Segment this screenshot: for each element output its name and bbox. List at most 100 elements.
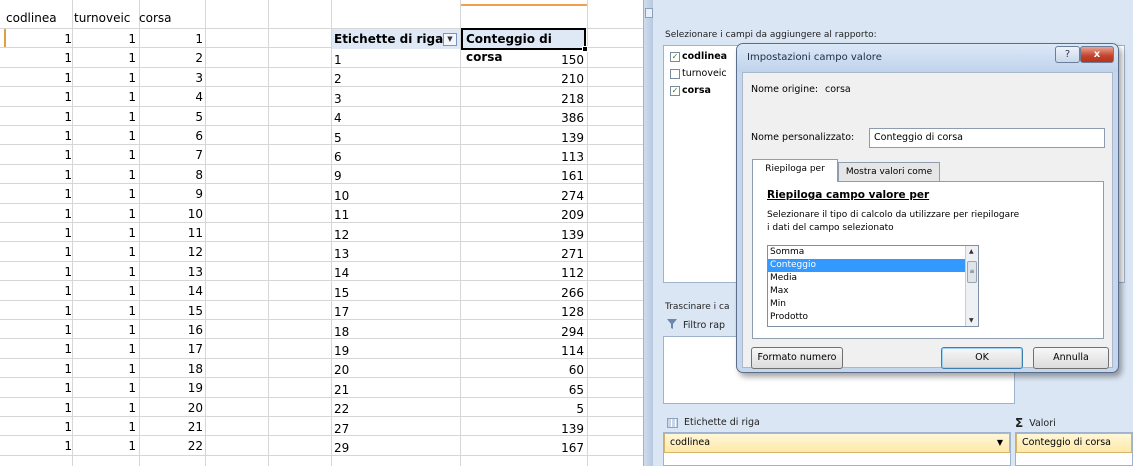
dialog-titlebar[interactable]: Impostazioni campo valore ? x (737, 44, 1118, 72)
pivot-row-label[interactable]: 17 (334, 302, 454, 322)
pivot-value[interactable]: 271 (462, 244, 584, 264)
cell-codlinea[interactable]: 1 (4, 320, 72, 340)
cell-turnoveic[interactable]: 1 (72, 126, 136, 146)
cell-turnoveic[interactable]: 1 (72, 398, 136, 418)
cell-turnoveic[interactable]: 1 (72, 87, 136, 107)
pivot-row-label[interactable]: 9 (334, 166, 454, 186)
spreadsheet-grid[interactable]: codlinea turnoveic corsa 111112113114115… (0, 0, 643, 466)
cell-corsa[interactable]: 19 (139, 378, 203, 398)
splitter-handle[interactable] (645, 8, 653, 18)
cell-turnoveic[interactable]: 1 (72, 145, 136, 165)
column-header-codlinea[interactable]: codlinea (6, 8, 72, 28)
field-turnoveic[interactable]: turnoveic (670, 67, 727, 81)
pivot-row-label[interactable]: 27 (334, 419, 454, 439)
function-option[interactable]: Media (768, 272, 965, 285)
chevron-down-icon[interactable]: ▼ (997, 434, 1003, 452)
pivot-value[interactable]: 112 (462, 263, 584, 283)
pivot-value[interactable]: 210 (462, 69, 584, 89)
function-option[interactable]: Min (768, 298, 965, 311)
cell-turnoveic[interactable]: 1 (72, 417, 136, 437)
function-option[interactable]: Conteggio (768, 259, 965, 272)
cell-turnoveic[interactable]: 1 (72, 262, 136, 282)
pivot-row-label[interactable]: 4 (334, 108, 454, 128)
cell-codlinea[interactable]: 1 (4, 48, 72, 68)
cell-codlinea[interactable]: 1 (4, 339, 72, 359)
cell-corsa[interactable]: 18 (139, 359, 203, 379)
function-list-scrollbar[interactable]: ▲ ≡ ▼ (965, 246, 978, 326)
cell-codlinea[interactable]: 1 (4, 436, 72, 456)
field-turnoveic-checkbox[interactable] (670, 69, 680, 79)
cell-turnoveic[interactable]: 1 (72, 165, 136, 185)
cell-corsa[interactable]: 16 (139, 320, 203, 340)
ok-button[interactable]: OK (941, 347, 1023, 369)
pivot-row-label[interactable]: 5 (334, 128, 454, 148)
pivot-value[interactable]: 167 (462, 438, 584, 458)
tab-summarize-by[interactable]: Riepiloga per (752, 159, 838, 182)
pivot-value[interactable]: 294 (462, 322, 584, 342)
cell-turnoveic[interactable]: 1 (72, 359, 136, 379)
cell-codlinea[interactable]: 1 (4, 378, 72, 398)
scroll-up-icon[interactable]: ▲ (969, 248, 974, 255)
cell-codlinea[interactable]: 1 (4, 242, 72, 262)
number-format-button[interactable]: Formato numero (751, 347, 843, 369)
pivot-row-label[interactable]: 22 (334, 399, 454, 419)
scroll-down-icon[interactable]: ▼ (969, 317, 974, 324)
pivot-row-label[interactable]: 6 (334, 147, 454, 167)
cell-turnoveic[interactable]: 1 (72, 29, 136, 49)
cell-codlinea[interactable]: 1 (4, 165, 72, 185)
field-corsa[interactable]: ✓ corsa (670, 84, 711, 98)
cell-corsa[interactable]: 9 (139, 184, 203, 204)
pivot-value[interactable]: 139 (462, 128, 584, 148)
pivot-row-label[interactable]: 18 (334, 322, 454, 342)
cell-codlinea[interactable]: 1 (4, 29, 72, 49)
cell-corsa[interactable]: 21 (139, 417, 203, 437)
tab-show-values-as[interactable]: Mostra valori come (838, 162, 940, 182)
pivot-row-label[interactable]: 13 (334, 244, 454, 264)
pivot-value[interactable]: 113 (462, 147, 584, 167)
cell-corsa[interactable]: 7 (139, 145, 203, 165)
cancel-button[interactable]: Annulla (1033, 347, 1109, 369)
field-corsa-checkbox[interactable]: ✓ (670, 86, 680, 96)
close-button[interactable]: x (1080, 46, 1114, 63)
cell-turnoveic[interactable]: 1 (72, 436, 136, 456)
row-labels-zone[interactable]: codlinea ▼ (663, 432, 1011, 466)
cell-corsa[interactable]: 1 (139, 29, 203, 49)
cell-codlinea[interactable]: 1 (4, 262, 72, 282)
pivot-value[interactable]: 274 (462, 186, 584, 206)
field-codlinea-checkbox[interactable]: ✓ (670, 52, 680, 62)
cell-corsa[interactable]: 2 (139, 48, 203, 68)
cell-codlinea[interactable]: 1 (4, 87, 72, 107)
pivot-value[interactable]: 139 (462, 419, 584, 439)
pivot-value[interactable]: 128 (462, 302, 584, 322)
pivot-value[interactable]: 150 (462, 50, 584, 70)
pivot-value[interactable]: 218 (462, 89, 584, 109)
function-option[interactable]: Max (768, 285, 965, 298)
pivot-value[interactable]: 266 (462, 283, 584, 303)
column-header-corsa[interactable]: corsa (139, 8, 205, 28)
cell-turnoveic[interactable]: 1 (72, 223, 136, 243)
cell-codlinea[interactable]: 1 (4, 145, 72, 165)
function-listbox[interactable]: Somma Conteggio Media Max Min Prodotto ▲ ≡ ▼ (767, 245, 979, 327)
values-zone[interactable]: Conteggio di corsa (1015, 432, 1133, 466)
cell-corsa[interactable]: 4 (139, 87, 203, 107)
pivot-value[interactable]: 161 (462, 166, 584, 186)
row-labels-zone-item[interactable]: codlinea ▼ (664, 433, 1010, 453)
cell-codlinea[interactable]: 1 (4, 126, 72, 146)
cell-corsa[interactable]: 10 (139, 204, 203, 224)
cell-codlinea[interactable]: 1 (4, 184, 72, 204)
function-option[interactable]: Somma (768, 246, 965, 259)
pivot-row-label[interactable]: 21 (334, 380, 454, 400)
cell-corsa[interactable]: 5 (139, 107, 203, 127)
cell-turnoveic[interactable]: 1 (72, 301, 136, 321)
cell-corsa[interactable]: 11 (139, 223, 203, 243)
cell-turnoveic[interactable]: 1 (72, 339, 136, 359)
cell-codlinea[interactable]: 1 (4, 107, 72, 127)
pivot-row-label[interactable]: 19 (334, 341, 454, 361)
pivot-value[interactable]: 65 (462, 380, 584, 400)
column-header-turnoveic[interactable]: turnoveic (74, 8, 140, 28)
cell-codlinea[interactable]: 1 (4, 223, 72, 243)
pivot-row-label[interactable]: 12 (334, 225, 454, 245)
cell-corsa[interactable]: 6 (139, 126, 203, 146)
cell-turnoveic[interactable]: 1 (72, 242, 136, 262)
pivot-value-header[interactable]: Conteggio di corsa (461, 28, 586, 64)
